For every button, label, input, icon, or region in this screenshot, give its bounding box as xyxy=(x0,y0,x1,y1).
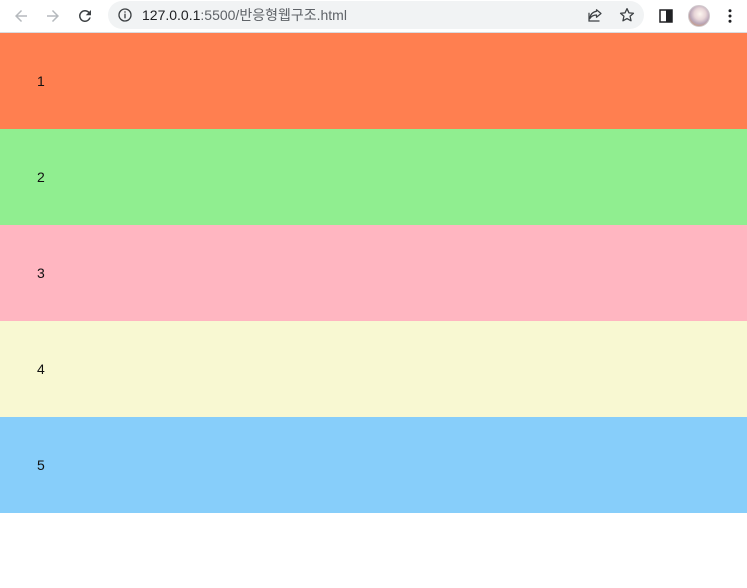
section-label: 3 xyxy=(37,265,45,281)
browser-right-tools xyxy=(654,0,742,32)
section-label: 2 xyxy=(37,169,45,185)
profile-avatar[interactable] xyxy=(688,5,710,27)
section-label: 5 xyxy=(37,457,45,473)
share-icon[interactable] xyxy=(584,4,606,26)
arrow-right-icon xyxy=(47,10,59,22)
section-label: 1 xyxy=(37,73,45,89)
star-icon[interactable] xyxy=(616,4,638,26)
url-host: 127.0.0.1 xyxy=(142,7,201,23)
section-5: 5 xyxy=(0,417,747,513)
section-4: 4 xyxy=(0,321,747,417)
kebab-menu-icon[interactable] xyxy=(718,4,742,28)
arrow-left-icon xyxy=(15,10,27,22)
section-1: 1 xyxy=(0,33,747,129)
reload-button[interactable] xyxy=(72,3,98,29)
section-label: 4 xyxy=(37,361,45,377)
url-path: :5500/반응형웹구조.html xyxy=(200,7,347,23)
forward-button[interactable] xyxy=(40,3,66,29)
section-3: 3 xyxy=(0,225,747,321)
reload-icon xyxy=(78,9,91,22)
info-icon[interactable] xyxy=(117,7,133,23)
section-2: 2 xyxy=(0,129,747,225)
back-button[interactable] xyxy=(8,3,34,29)
side-panel-icon[interactable] xyxy=(654,4,678,28)
page-content: 1 2 3 4 5 xyxy=(0,33,747,513)
omnibox-actions xyxy=(584,1,638,29)
browser-toolbar: 127.0.0.1:5500/반응형웹구조.html xyxy=(0,0,747,33)
address-bar[interactable]: 127.0.0.1:5500/반응형웹구조.html xyxy=(108,1,644,29)
url-text[interactable]: 127.0.0.1:5500/반응형웹구조.html xyxy=(142,5,347,25)
